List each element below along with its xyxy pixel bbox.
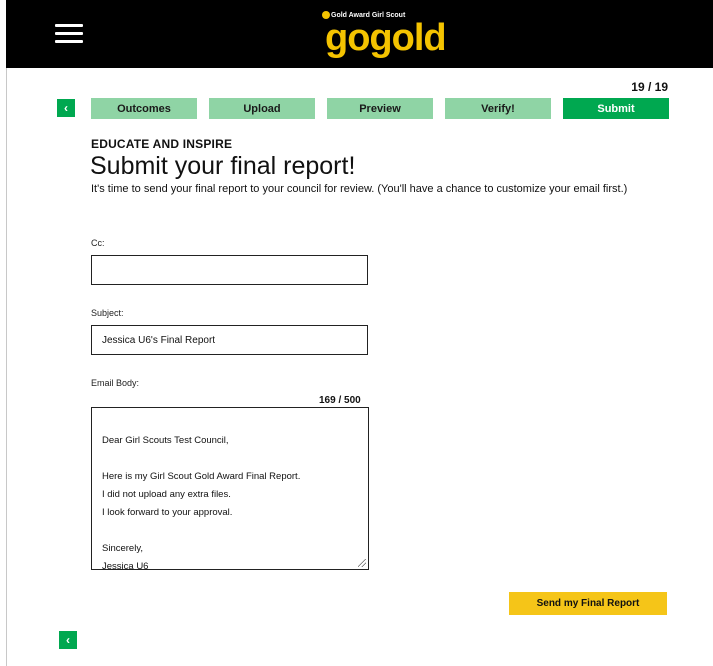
step-verify[interactable]: Verify! (445, 98, 551, 119)
subject-label: Subject: (91, 308, 124, 318)
page-description: It's time to send your final report to y… (91, 183, 628, 195)
page-border (6, 0, 7, 666)
hamburger-menu-icon[interactable] (55, 24, 83, 44)
resize-handle-icon[interactable] (358, 559, 366, 567)
gogold-logo[interactable]: Gold Award Girl Scout gogold (320, 8, 460, 60)
logo-wordmark: gogold (325, 17, 447, 59)
page-title: Submit your final report! (90, 152, 356, 180)
character-counter: 169 / 500 (319, 395, 361, 406)
step-submit[interactable]: Submit (563, 98, 669, 119)
back-button-bottom[interactable]: ‹ (59, 631, 77, 649)
send-final-report-button[interactable]: Send my Final Report (509, 592, 667, 615)
page-counter: 19 / 19 (631, 80, 668, 94)
email-body-label: Email Body: (91, 378, 140, 388)
chevron-left-icon: ‹ (66, 633, 70, 647)
subject-input[interactable] (91, 325, 368, 355)
step-outcomes[interactable]: Outcomes (91, 98, 197, 119)
email-body-text: Dear Girl Scouts Test Council, Here is m… (102, 435, 301, 572)
cc-label: Cc: (91, 238, 105, 248)
top-header: Gold Award Girl Scout gogold (6, 0, 713, 68)
step-upload[interactable]: Upload (209, 98, 315, 119)
cc-input[interactable] (91, 255, 368, 285)
back-button[interactable]: ‹ (57, 99, 75, 117)
step-preview[interactable]: Preview (327, 98, 433, 119)
section-eyebrow: EDUCATE AND INSPIRE (91, 137, 233, 151)
chevron-left-icon: ‹ (64, 101, 68, 115)
email-body-textarea[interactable]: Dear Girl Scouts Test Council, Here is m… (91, 407, 369, 572)
